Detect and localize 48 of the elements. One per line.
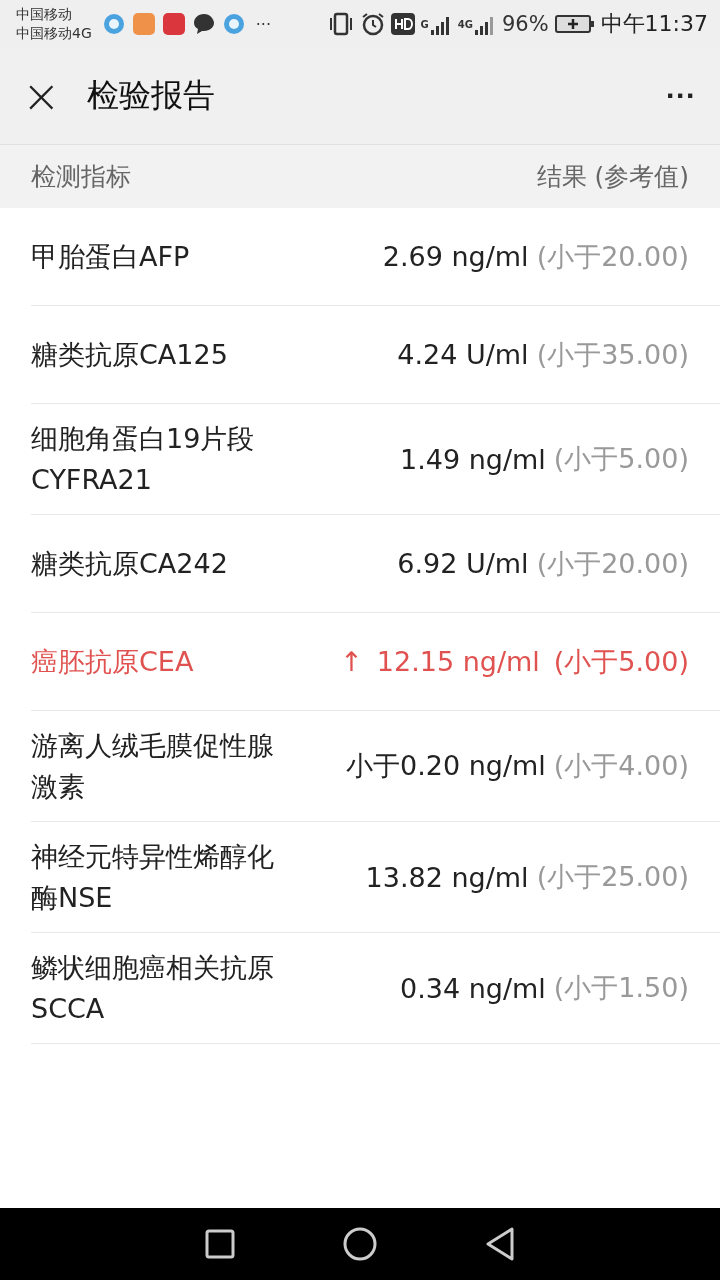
back-icon[interactable] [485,1227,515,1261]
reference-range: (小于20.00) [536,546,689,581]
result-value: 6.92 U/ml [397,548,529,579]
reference-range: (小于5.00) [553,442,689,476]
chat-bubble-icon [191,12,216,36]
clock-time: 中午11:37 [600,10,708,38]
result-value: 13.82 ng/ml [365,861,529,893]
carrier-name: 中国移动 [16,5,73,24]
network-type: G [420,19,429,30]
test-name: 糖类抗原CA242 [31,547,229,581]
more-notifications: ··· [255,14,272,34]
page-title: 检验报告 [86,75,216,116]
result-value: 4.24 U/ml [397,339,529,370]
reference-range: (小于5.00) [553,644,689,679]
app-icon [131,12,156,36]
result-value: 2.69 ng/ml [382,241,529,272]
battery-charging-icon [554,14,595,34]
battery-percent: 96% [501,12,549,36]
test-name: 甲胎蛋白AFP [31,240,191,274]
test-name: 癌胚抗原CEA [31,645,195,679]
column-header: 检测指标 [31,161,131,193]
network-type: 4G [457,19,473,30]
result-value: 小于0.20 ng/ml [345,749,546,783]
app-icon [221,12,246,36]
test-name: 游离人绒毛膜促性腺激素 [31,729,275,804]
carrier-name: 中国移动4G [16,24,92,43]
reference-range: (小于4.00) [553,749,689,783]
recent-apps-icon[interactable] [205,1229,235,1259]
more-menu-button[interactable]: ··· [662,79,700,113]
alarm-clock-icon [360,12,385,36]
test-name: 糖类抗原CA125 [31,338,229,372]
column-header: 结果 (参考值) [536,161,689,193]
result-value: 1.49 ng/ml [399,443,546,475]
test-name: 细胞角蛋白19片段CYFRA21 [31,422,256,497]
app-icon [161,12,186,36]
test-name: 神经元特异性烯醇化酶NSE [31,840,275,915]
result-value: 12.15 ng/ml [376,646,540,677]
close-button[interactable]: × [18,73,65,119]
hd-icon [390,13,415,35]
reference-range: (小于35.00) [536,337,689,372]
test-name: 鳞状细胞癌相关抗原SCCA [31,951,275,1026]
up-arrow: ↑ [340,646,363,677]
reference-range: (小于20.00) [536,239,689,274]
result-value: 0.34 ng/ml [399,972,546,1004]
home-icon[interactable] [343,1227,377,1261]
app-icon [101,12,126,36]
reference-range: (小于1.50) [553,971,689,1005]
reference-range: (小于25.00) [536,860,689,894]
